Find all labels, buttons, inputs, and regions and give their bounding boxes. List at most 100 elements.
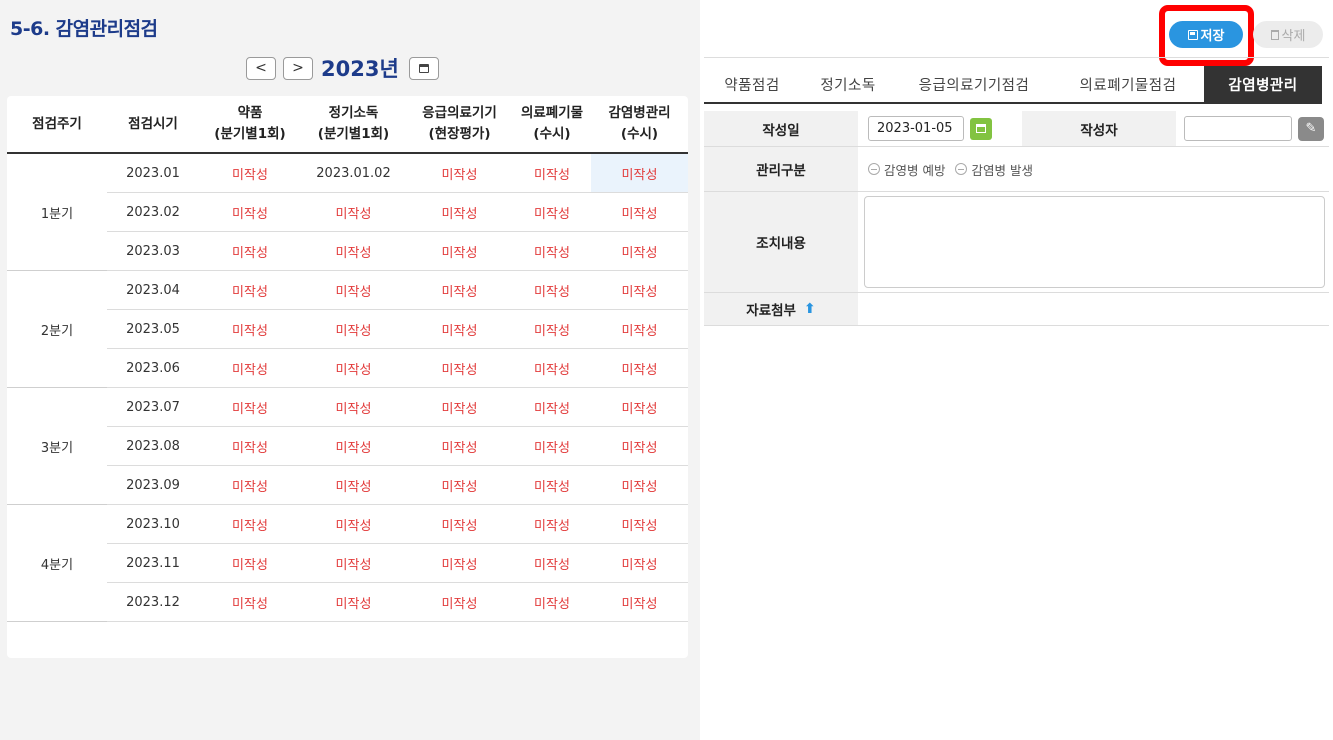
status-text: 미작성: [441, 440, 478, 456]
medical-waste-status-cell[interactable]: 미작성: [513, 231, 591, 271]
medical-waste-status-cell[interactable]: 미작성: [513, 465, 591, 505]
infection-mgmt-status-cell[interactable]: 미작성: [591, 153, 688, 193]
emergency-device-status-cell[interactable]: 미작성: [406, 543, 513, 583]
medicine-status-cell[interactable]: 미작성: [199, 426, 301, 466]
table-row: 2023.05 미작성 미작성 미작성 미작성 미작성: [7, 309, 688, 349]
emergency-device-status-cell[interactable]: 미작성: [406, 231, 513, 271]
infection-mgmt-status-cell[interactable]: 미작성: [591, 465, 688, 505]
medicine-status-cell[interactable]: 미작성: [199, 309, 301, 349]
disinfection-status-cell[interactable]: 미작성: [301, 504, 406, 544]
medical-waste-status-cell[interactable]: 미작성: [513, 504, 591, 544]
next-year-button[interactable]: >: [283, 56, 313, 80]
medicine-status-cell[interactable]: 미작성: [199, 582, 301, 622]
tab-medicine-check[interactable]: 약품점검: [704, 66, 800, 102]
radio-outbreak[interactable]: 감염병 발생: [955, 160, 1033, 179]
inspection-table-card: 점검주기 점검시기 약품 (분기별1회) 정기소독 (분기별1회) 응급의료기기 (현…: [7, 96, 688, 658]
medicine-status-cell[interactable]: 미작성: [199, 543, 301, 583]
tab-emergency-device-check[interactable]: 응급의료기기점검: [896, 66, 1052, 102]
emergency-device-status-cell[interactable]: 미작성: [406, 582, 513, 622]
radio-prevention[interactable]: 감영병 예방: [868, 160, 945, 179]
calendar-button[interactable]: [408, 56, 439, 80]
disinfection-status-cell[interactable]: 미작성: [301, 270, 406, 310]
quarter-cell: 4분기: [7, 504, 107, 622]
infection-mgmt-status-cell[interactable]: 미작성: [591, 270, 688, 310]
date-picker-button[interactable]: [970, 117, 992, 140]
disinfection-status-cell[interactable]: 미작성: [301, 348, 406, 388]
status-text: 미작성: [232, 167, 268, 183]
status-text: 2023.01.02: [316, 165, 391, 181]
infection-mgmt-status-cell[interactable]: 미작성: [591, 309, 688, 349]
emergency-device-status-cell[interactable]: 미작성: [406, 348, 513, 388]
medicine-status-cell[interactable]: 미작성: [199, 348, 301, 388]
medicine-status-cell[interactable]: 미작성: [199, 153, 301, 193]
disinfection-status-cell[interactable]: 미작성: [301, 231, 406, 271]
medical-waste-status-cell[interactable]: 미작성: [513, 348, 591, 388]
tab-medical-waste-check[interactable]: 의료폐기물점검: [1052, 66, 1204, 102]
emergency-device-status-cell[interactable]: 미작성: [406, 153, 513, 193]
status-text: 미작성: [621, 479, 658, 495]
prev-year-button[interactable]: <: [246, 56, 276, 80]
disinfection-status-cell[interactable]: 미작성: [301, 426, 406, 466]
emergency-device-status-cell[interactable]: 미작성: [406, 387, 513, 427]
disinfection-status-cell[interactable]: 미작성: [301, 192, 406, 232]
infection-mgmt-status-cell[interactable]: 미작성: [591, 192, 688, 232]
month-cell: 2023.12: [107, 582, 199, 622]
status-text: 미작성: [335, 440, 372, 456]
medicine-status-cell[interactable]: 미작성: [199, 465, 301, 505]
delete-label: 삭제: [1281, 29, 1306, 44]
medical-waste-status-cell[interactable]: 미작성: [513, 426, 591, 466]
delete-button[interactable]: 삭제: [1253, 21, 1323, 48]
status-text: 미작성: [534, 167, 570, 183]
status-text: 미작성: [232, 440, 268, 456]
disinfection-status-cell[interactable]: 미작성: [301, 543, 406, 583]
medical-waste-status-cell[interactable]: 미작성: [513, 543, 591, 583]
disinfection-status-cell[interactable]: 미작성: [301, 582, 406, 622]
infection-mgmt-status-cell[interactable]: 미작성: [591, 387, 688, 427]
medical-waste-status-cell[interactable]: 미작성: [513, 309, 591, 349]
chevron-right-icon: >: [292, 60, 304, 76]
tab-disinfection[interactable]: 정기소독: [800, 66, 896, 102]
disinfection-status-cell[interactable]: 미작성: [301, 465, 406, 505]
disinfection-status-cell[interactable]: 미작성: [301, 309, 406, 349]
medical-waste-status-cell[interactable]: 미작성: [513, 153, 591, 193]
upload-icon[interactable]: ⬆: [804, 301, 816, 317]
medical-waste-status-cell[interactable]: 미작성: [513, 582, 591, 622]
author-field[interactable]: [1184, 116, 1292, 141]
status-text: 미작성: [232, 206, 268, 222]
emergency-device-status-cell[interactable]: 미작성: [406, 426, 513, 466]
action-textarea[interactable]: [864, 196, 1325, 288]
emergency-device-status-cell[interactable]: 미작성: [406, 465, 513, 505]
tab-infection-management[interactable]: 감염병관리: [1204, 66, 1322, 102]
author-search-button[interactable]: ✎: [1298, 116, 1324, 141]
status-text: 미작성: [534, 245, 570, 261]
medicine-status-cell[interactable]: 미작성: [199, 270, 301, 310]
date-field[interactable]: 2023-01-05: [868, 116, 964, 141]
save-button[interactable]: 저장: [1169, 21, 1243, 48]
disinfection-status-cell[interactable]: 2023.01.02: [301, 153, 406, 193]
header-cycle: 점검주기: [7, 96, 107, 154]
medical-waste-status-cell[interactable]: 미작성: [513, 387, 591, 427]
infection-mgmt-status-cell[interactable]: 미작성: [591, 543, 688, 583]
status-text: 미작성: [441, 596, 478, 612]
emergency-device-status-cell[interactable]: 미작성: [406, 270, 513, 310]
month-cell: 2023.11: [107, 543, 199, 583]
calendar-icon: [418, 63, 429, 73]
infection-mgmt-status-cell[interactable]: 미작성: [591, 504, 688, 544]
emergency-device-status-cell[interactable]: 미작성: [406, 192, 513, 232]
month-cell: 2023.07: [107, 387, 199, 427]
disinfection-status-cell[interactable]: 미작성: [301, 387, 406, 427]
medicine-status-cell[interactable]: 미작성: [199, 504, 301, 544]
infection-mgmt-status-cell[interactable]: 미작성: [591, 348, 688, 388]
infection-mgmt-status-cell[interactable]: 미작성: [591, 231, 688, 271]
infection-mgmt-status-cell[interactable]: 미작성: [591, 582, 688, 622]
infection-mgmt-status-cell[interactable]: 미작성: [591, 426, 688, 466]
status-text: 미작성: [534, 206, 570, 222]
emergency-device-status-cell[interactable]: 미작성: [406, 504, 513, 544]
medicine-status-cell[interactable]: 미작성: [199, 231, 301, 271]
medicine-status-cell[interactable]: 미작성: [199, 192, 301, 232]
medical-waste-status-cell[interactable]: 미작성: [513, 270, 591, 310]
status-text: 미작성: [232, 596, 268, 612]
emergency-device-status-cell[interactable]: 미작성: [406, 309, 513, 349]
medicine-status-cell[interactable]: 미작성: [199, 387, 301, 427]
medical-waste-status-cell[interactable]: 미작성: [513, 192, 591, 232]
